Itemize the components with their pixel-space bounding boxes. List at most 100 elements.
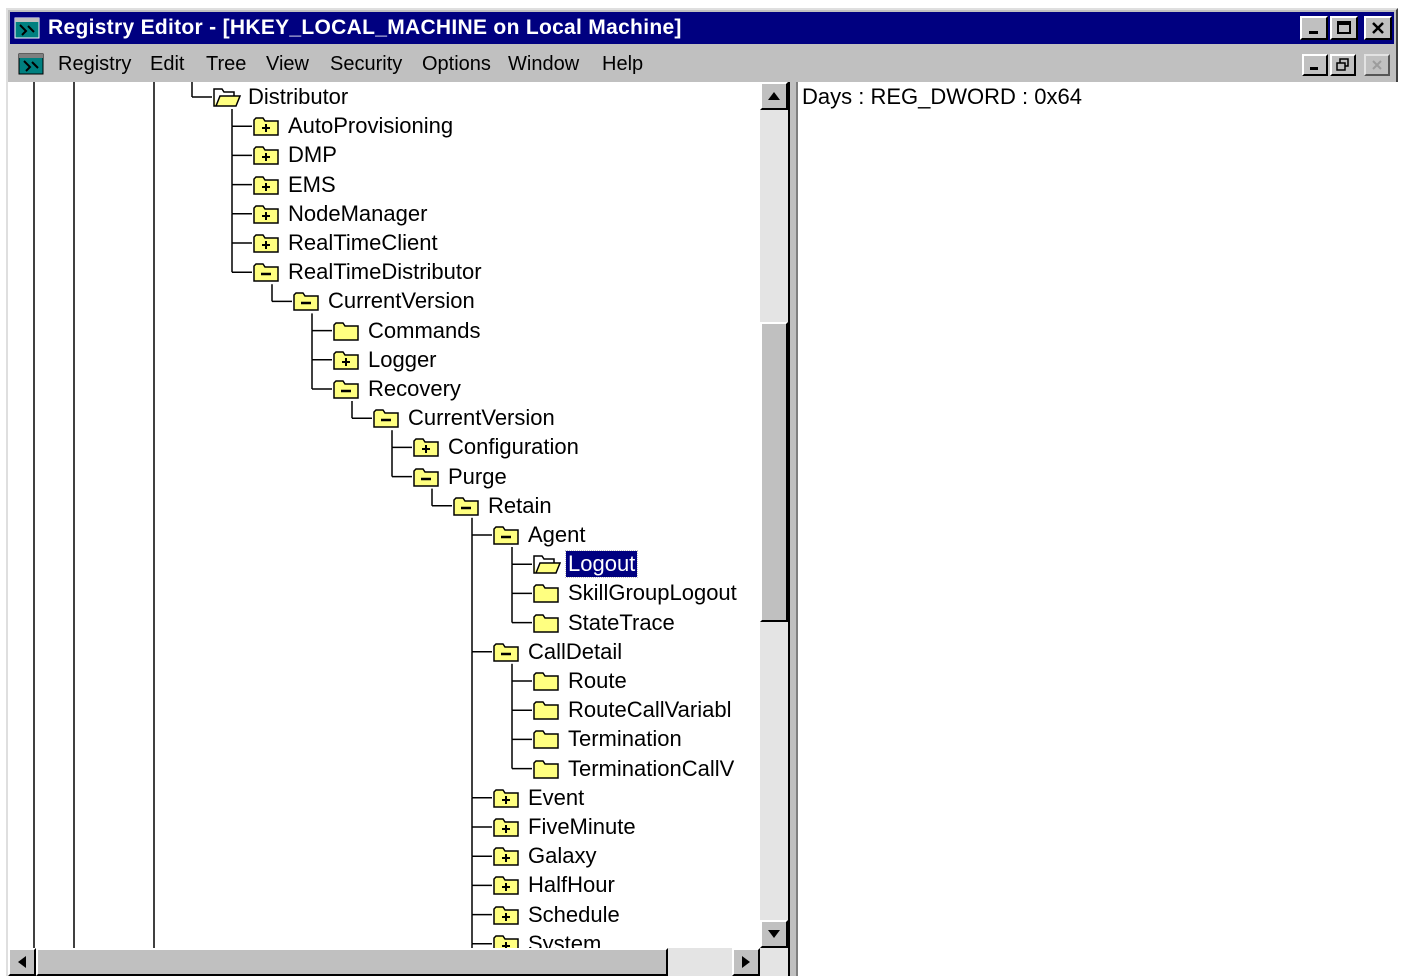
tree-node[interactable]: DMP: [252, 141, 339, 169]
tree-node[interactable]: TerminationCallV: [532, 755, 736, 783]
tree-node-label: CurrentVersion: [328, 288, 475, 314]
child-restore-button[interactable]: [1330, 54, 1356, 76]
tree-node[interactable]: Retain: [452, 492, 554, 520]
menu-edit[interactable]: Edit: [150, 52, 184, 76]
child-minimize-button[interactable]: [1302, 54, 1328, 76]
folder-plus-icon: [253, 117, 279, 136]
tree-node-label: Purge: [448, 463, 507, 489]
tree-node-label: RealTimeDistributor: [288, 259, 482, 285]
registry-key-tree[interactable]: Distributor AutoProvisioning DMP EMS NodeMan…: [8, 82, 760, 948]
folder-icon: [333, 321, 359, 341]
folder-minus-icon: [453, 497, 479, 516]
tree-node[interactable]: Logger: [332, 346, 439, 374]
tree-node-label: RouteCallVariabl: [568, 697, 732, 723]
tree-node[interactable]: StateTrace: [532, 609, 677, 637]
tree-node[interactable]: System: [492, 930, 603, 948]
tree-node[interactable]: Configuration: [412, 433, 581, 461]
pane-splitter[interactable]: [788, 82, 796, 976]
tree-node[interactable]: CallDetail: [492, 638, 624, 666]
arrow-left-icon: [18, 956, 26, 968]
tree-node[interactable]: Schedule: [492, 901, 622, 929]
tree-node[interactable]: Event: [492, 784, 586, 812]
tree-node[interactable]: Logout: [532, 550, 639, 579]
restore-icon: [1336, 58, 1349, 71]
tree-node-label: Termination: [568, 726, 682, 752]
tree-node-label: Distributor: [248, 84, 349, 109]
tree-node-label: Event: [528, 784, 585, 810]
tree-node-label: TerminationCallV: [568, 755, 735, 781]
menu-registry[interactable]: Registry: [58, 52, 131, 76]
scroll-up-button[interactable]: [760, 82, 788, 110]
tree-node[interactable]: EMS: [252, 171, 338, 199]
close-icon: [1372, 22, 1384, 34]
folder-plus-icon: [493, 905, 519, 925]
child-close-button[interactable]: [1364, 54, 1390, 76]
tree-node[interactable]: FiveMinute: [492, 813, 638, 841]
tree-node[interactable]: Agent: [492, 521, 588, 549]
folder-minus-icon: [293, 292, 319, 312]
tree-node[interactable]: RealTimeDistributor: [252, 258, 484, 286]
tree-node[interactable]: CurrentVersion: [372, 404, 557, 432]
tree-node[interactable]: Distributor: [212, 83, 350, 111]
folder-plus-icon: [413, 438, 439, 458]
close-icon: [1372, 60, 1382, 70]
arrow-right-icon: [742, 956, 750, 968]
menu-help[interactable]: Help: [602, 52, 643, 76]
tree-node-label: Logger: [368, 346, 437, 372]
tree-node[interactable]: SkillGroupLogout: [532, 579, 739, 607]
tree-node[interactable]: AutoProvisioning: [252, 112, 455, 140]
folder-minus-icon: [493, 526, 519, 545]
tree-node-label: CallDetail: [528, 638, 623, 664]
tree-node-label: RealTimeClient: [288, 230, 438, 255]
tree-vertical-scrollbar[interactable]: [760, 82, 788, 948]
menu-security[interactable]: Security: [330, 52, 402, 76]
folder-minus-icon: [333, 380, 359, 399]
tree-horizontal-scrollbar[interactable]: [8, 948, 788, 976]
folder-plus-icon: [493, 818, 519, 837]
tree-node-label: Retain: [488, 492, 552, 518]
tree-node-label: DMP: [288, 142, 337, 168]
tree-node-label: StateTrace: [568, 609, 675, 635]
maximize-button[interactable]: [1330, 16, 1358, 40]
minimize-button[interactable]: [1300, 16, 1328, 40]
scroll-down-button[interactable]: [760, 920, 788, 948]
maximize-icon: [1337, 21, 1351, 34]
tree-node-label: Route: [568, 668, 627, 693]
title-bar[interactable]: Registry Editor - [HKEY_LOCAL_MACHINE on…: [10, 12, 1394, 44]
vertical-scroll-thumb[interactable]: [760, 322, 788, 622]
menu-options[interactable]: Options: [422, 52, 491, 76]
tree-node[interactable]: Galaxy: [492, 842, 598, 870]
folder-minus-icon: [253, 263, 279, 282]
tree-node[interactable]: Recovery: [332, 375, 463, 403]
folder-minus-icon: [493, 643, 519, 662]
window-title: Registry Editor - [HKEY_LOCAL_MACHINE on…: [48, 16, 682, 39]
close-button[interactable]: [1364, 16, 1392, 40]
tree-node[interactable]: Route: [532, 667, 629, 695]
menu-tree[interactable]: Tree: [206, 52, 246, 76]
tree-node[interactable]: Commands: [332, 317, 482, 345]
folder-open-icon: [533, 555, 562, 574]
tree-node-label: Logout: [564, 550, 639, 579]
folder-plus-icon: [493, 876, 519, 896]
tree-node[interactable]: Purge: [412, 463, 509, 491]
scroll-right-button[interactable]: [732, 948, 760, 976]
horizontal-scroll-thumb[interactable]: [36, 948, 668, 976]
tree-node[interactable]: NodeManager: [252, 200, 429, 228]
tree-node[interactable]: RouteCallVariabl: [532, 696, 733, 724]
value-pane: Days : REG_DWORD : 0x64: [796, 82, 1398, 976]
folder-icon: [533, 701, 559, 720]
registry-value-entry[interactable]: Days : REG_DWORD : 0x64: [802, 84, 1082, 110]
menu-window[interactable]: Window: [508, 52, 579, 76]
tree-node[interactable]: HalfHour: [492, 871, 617, 899]
folder-open-icon: [213, 88, 242, 107]
document-icon[interactable]: [18, 52, 44, 76]
folder-minus-icon: [413, 467, 439, 487]
folder-plus-icon: [493, 935, 519, 948]
menu-view[interactable]: View: [266, 52, 309, 76]
tree-node-label: Agent: [528, 522, 586, 547]
tree-node[interactable]: Termination: [532, 725, 684, 753]
tree-node-label: Recovery: [368, 376, 461, 401]
tree-node[interactable]: RealTimeClient: [252, 229, 440, 257]
tree-node[interactable]: CurrentVersion: [292, 287, 477, 315]
scroll-left-button[interactable]: [8, 948, 36, 976]
